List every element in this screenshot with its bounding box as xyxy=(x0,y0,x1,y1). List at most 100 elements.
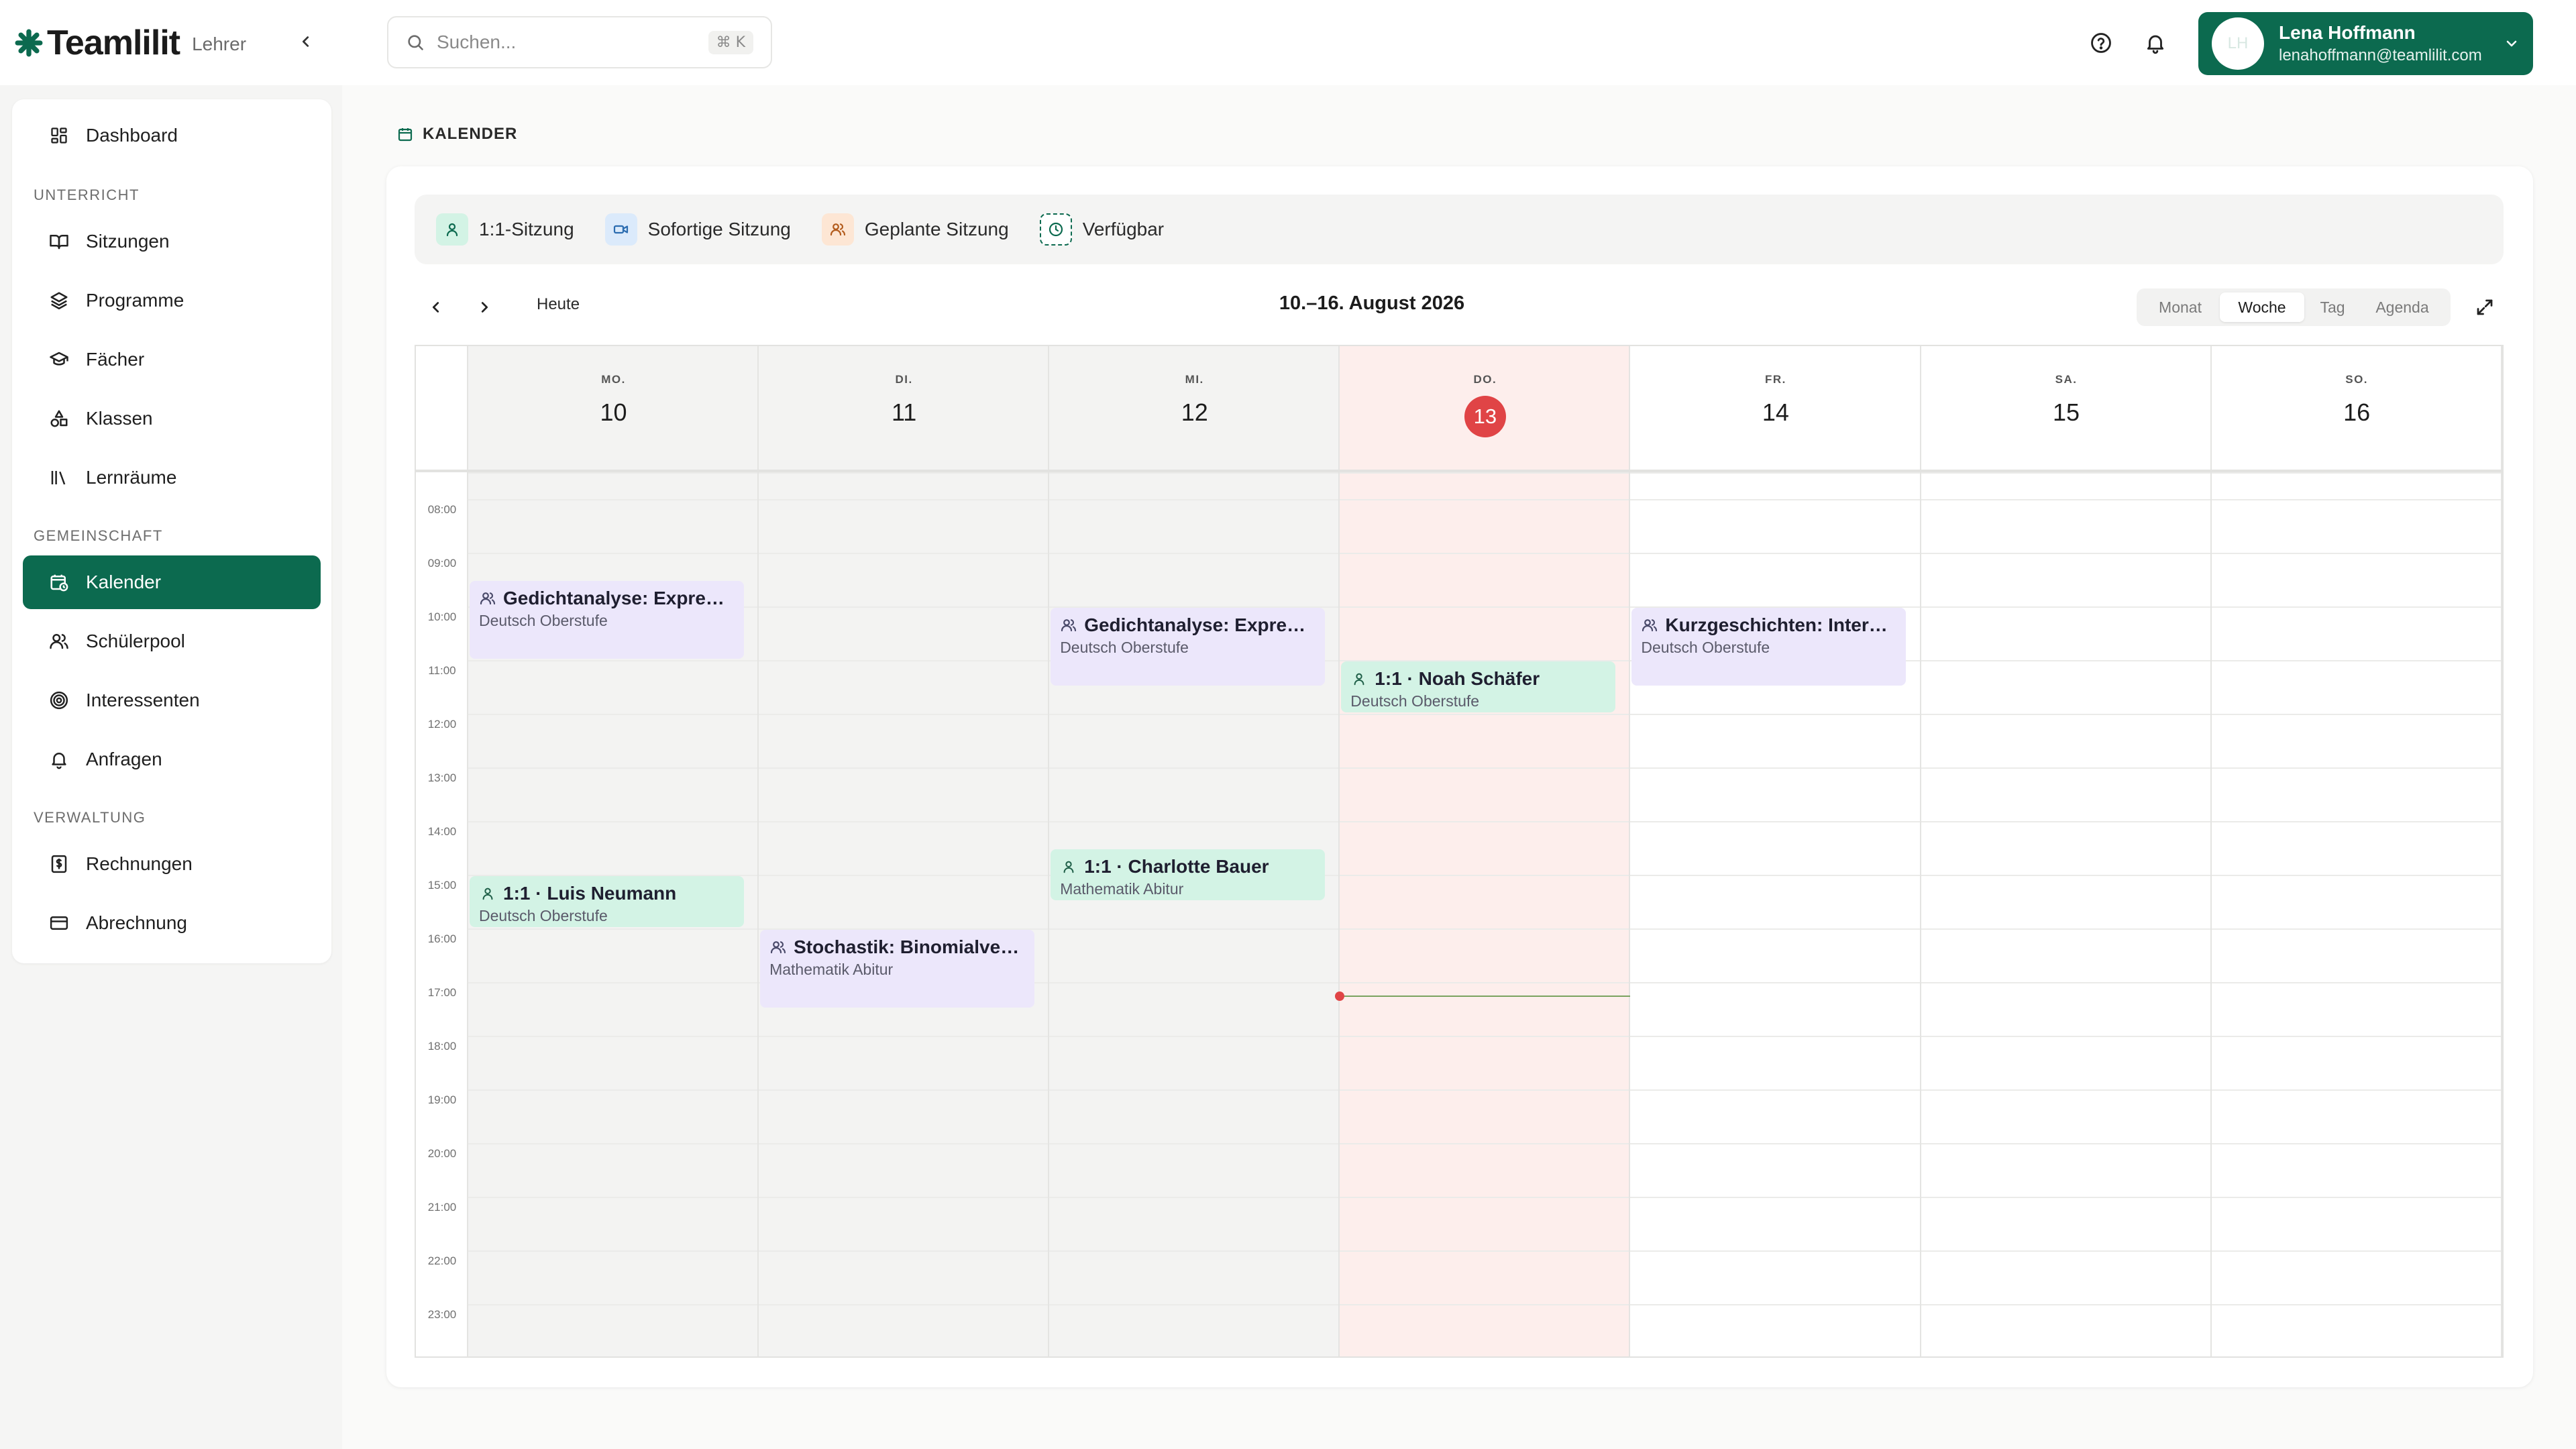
event-title-text: Gedichtanalyse: Expressi... xyxy=(1084,614,1316,635)
group-event[interactable]: Stochastik: Binomialvert... Mathematik Ab… xyxy=(760,930,1035,1008)
fullscreen-button[interactable] xyxy=(2469,291,2501,323)
event-title: Gedichtanalyse: Expressi... xyxy=(479,586,735,610)
day-header[interactable]: SO. 16 xyxy=(2212,346,2502,470)
day-number: 15 xyxy=(2053,398,2080,426)
hour-label: 15:00 xyxy=(427,879,457,892)
event-legend: 1:1-Sitzung Sofortige Sitzung Geplante S… xyxy=(415,195,2504,264)
today-button[interactable]: Heute xyxy=(537,295,580,314)
sidebar-item-faecher[interactable]: Fächer xyxy=(23,333,321,386)
collapse-sidebar-button[interactable] xyxy=(292,28,319,55)
event-subtitle: Deutsch Oberstufe xyxy=(1060,639,1189,656)
sidebar-item-label: Kalender xyxy=(86,572,162,592)
event-title-text: Gedichtanalyse: Expressi... xyxy=(503,588,735,608)
view-day-button[interactable]: Tag xyxy=(2304,292,2361,322)
day-number: 16 xyxy=(2343,398,2371,426)
column-divider xyxy=(1629,346,1631,1356)
expand-icon xyxy=(2477,299,2493,315)
hour-label: 08:00 xyxy=(427,503,457,516)
sidebar-item-dashboard[interactable]: Dashboard xyxy=(23,109,321,162)
view-month-button[interactable]: Monat xyxy=(2141,292,2220,322)
search-input[interactable] xyxy=(437,32,708,53)
section-title-gemeinschaft: GEMEINSCHAFT xyxy=(34,527,163,544)
event-title: Kurzgeschichten: Interpr... xyxy=(1641,613,1896,637)
user-icon xyxy=(482,888,493,900)
graduation-cap-icon xyxy=(50,352,68,366)
sidebar-item-kalender[interactable]: Kalender xyxy=(23,555,321,609)
shapes-icon xyxy=(50,410,68,427)
user-menu-button[interactable]: LH Lena Hoffmann lenahoffmann@teamlilit.… xyxy=(2198,12,2533,75)
day-header[interactable]: DO. 13 xyxy=(1340,346,1630,470)
library-icon xyxy=(51,471,66,485)
one-on-one-event[interactable]: 1:1 · Luis Neumann Deutsch Oberstufe xyxy=(470,876,745,927)
sidebar-item-anfragen[interactable]: Anfragen xyxy=(23,733,321,786)
hour-label: 11:00 xyxy=(428,664,456,677)
day-header[interactable]: FR. 14 xyxy=(1630,346,1921,470)
hour-line xyxy=(468,1304,2502,1305)
calendar-clock-icon xyxy=(50,574,68,592)
day-name: DO. xyxy=(1473,373,1497,386)
today-column-background xyxy=(1340,346,1631,1356)
group-event[interactable]: Gedichtanalyse: Expressi... Deutsch Obers… xyxy=(470,581,745,659)
user-role: Lehrer xyxy=(192,34,247,54)
chevron-right-icon xyxy=(481,302,488,313)
sidebar-item-klassen[interactable]: Klassen xyxy=(23,392,321,445)
previous-week-button[interactable] xyxy=(420,291,452,323)
section-title-verwaltung: VERWALTUNG xyxy=(34,809,146,826)
hour-label: 23:00 xyxy=(427,1308,457,1321)
day-header[interactable]: MI. 12 xyxy=(1049,346,1340,470)
video-icon xyxy=(613,225,628,234)
help-circle-icon xyxy=(2091,33,2111,53)
section-title-unterricht: UNTERRICHT xyxy=(34,186,140,203)
sidebar-item-lernraeume[interactable]: Lernräume xyxy=(23,451,321,504)
users-icon xyxy=(50,633,68,649)
hour-line xyxy=(468,1036,2502,1037)
hour-line xyxy=(468,1089,2502,1091)
next-week-button[interactable] xyxy=(468,291,500,323)
event-title: 1:1 · Luis Neumann xyxy=(479,881,735,906)
day-header[interactable]: SA. 15 xyxy=(1921,346,2212,470)
user-name: Lena Hoffmann xyxy=(2279,22,2416,43)
book-open-icon xyxy=(50,235,68,250)
group-event[interactable]: Kurzgeschichten: Interpr... Deutsch Obers… xyxy=(1631,608,1907,686)
view-week-button[interactable]: Woche xyxy=(2220,292,2304,322)
sidebar-item-interessenten[interactable]: Interessenten xyxy=(23,674,321,727)
logo[interactable]: Teamlilit Lehrer xyxy=(15,21,246,64)
legend-item-instant: Sofortige Sitzung xyxy=(604,213,791,246)
sidebar-item-sitzungen[interactable]: Sitzungen xyxy=(23,215,321,268)
chevron-left-icon xyxy=(302,36,309,47)
view-agenda-button[interactable]: Agenda xyxy=(2361,292,2444,322)
one-on-one-event[interactable]: 1:1 · Noah Schäfer Deutsch Oberstufe xyxy=(1341,661,1616,712)
hour-label: 16:00 xyxy=(427,932,457,945)
column-divider xyxy=(2500,346,2502,1356)
hour-line xyxy=(468,821,2502,822)
help-button[interactable] xyxy=(2082,24,2120,62)
sidebar-item-rechnungen[interactable]: Rechnungen xyxy=(23,837,321,891)
search-box[interactable]: ⌘ K xyxy=(387,16,772,68)
sidebar-item-programme[interactable]: Programme xyxy=(23,274,321,327)
group-event[interactable]: Gedichtanalyse: Expressi... Deutsch Obers… xyxy=(1051,608,1326,686)
sidebar-item-label: Lernräume xyxy=(86,467,177,488)
hour-line xyxy=(468,1250,2502,1252)
hour-label: 18:00 xyxy=(427,1040,457,1053)
hour-label: 19:00 xyxy=(427,1093,457,1106)
current-time-line xyxy=(1340,996,1631,997)
one-on-one-event[interactable]: 1:1 · Charlotte Bauer Mathematik Abitur xyxy=(1051,849,1326,900)
today-badge: 13 xyxy=(1464,396,1506,437)
event-type-icon xyxy=(1060,858,1077,875)
chevron-left-icon xyxy=(432,302,439,313)
day-header[interactable]: DI. 11 xyxy=(759,346,1049,470)
notifications-button[interactable] xyxy=(2137,24,2174,62)
receipt-icon xyxy=(51,855,67,873)
day-header[interactable]: MO. 10 xyxy=(468,346,759,470)
sidebar-item-schuelerpool[interactable]: Schülerpool xyxy=(23,614,321,668)
hour-line xyxy=(468,499,2502,500)
avatar: LH xyxy=(2212,17,2264,70)
legend-label: Geplante Sitzung xyxy=(864,219,1009,239)
sidebar-item-abrechnung[interactable]: Abrechnung xyxy=(23,896,321,950)
sidebar-item-label: Abrechnung xyxy=(86,912,188,933)
hour-line xyxy=(468,1143,2502,1144)
legend-label: Sofortige Sitzung xyxy=(647,219,791,239)
hour-label: 22:00 xyxy=(427,1254,457,1267)
event-title-text: Kurzgeschichten: Interpr... xyxy=(1665,614,1897,635)
top-bar: Teamlilit Lehrer ⌘ K LH Lena Hoffmann le… xyxy=(0,0,2576,85)
